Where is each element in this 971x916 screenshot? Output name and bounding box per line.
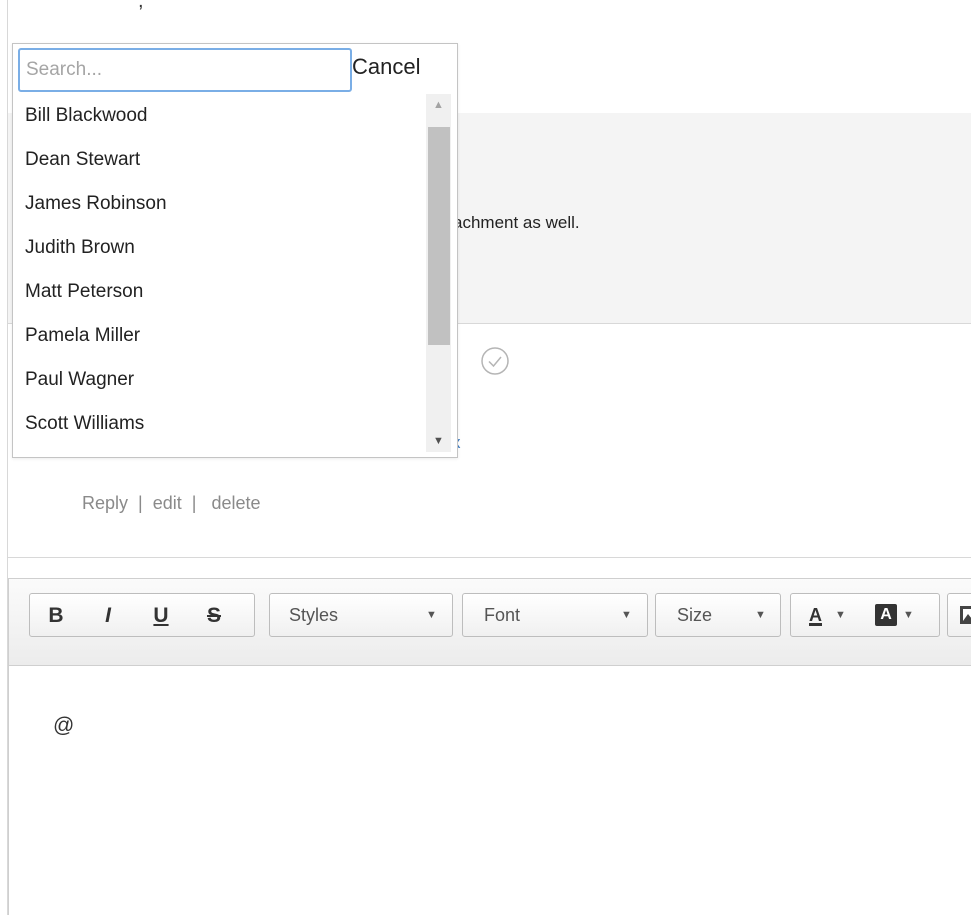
scrollbar-thumb[interactable] [428, 127, 450, 345]
edit-link[interactable]: edit [153, 493, 182, 513]
list-item-user[interactable]: Paul Wagner [13, 358, 425, 402]
text-color-button[interactable]: A [809, 594, 822, 636]
chevron-down-icon: ▼ [755, 609, 766, 621]
check-circle-icon[interactable] [480, 346, 510, 376]
italic-button[interactable]: I [94, 602, 122, 630]
list-item-user[interactable]: Matt Peterson [13, 270, 425, 314]
chevron-down-icon: ▼ [426, 609, 437, 621]
delete-link[interactable]: delete [211, 493, 260, 513]
list-item-user[interactable]: Dean Stewart [13, 138, 425, 182]
list-item-user[interactable]: Scott Williams [13, 402, 425, 446]
size-dropdown[interactable]: Size ▼ [655, 593, 781, 637]
image-button[interactable] [947, 593, 971, 637]
scroll-down-arrow-icon[interactable]: ▼ [426, 430, 451, 452]
list-item-user[interactable]: Pamela Miller [13, 314, 425, 358]
styles-dropdown-label: Styles [289, 605, 339, 625]
action-separator: | [128, 493, 153, 513]
top-text-fragment: , [138, 0, 144, 12]
user-list-scrollbar[interactable]: ▲ ▼ [426, 94, 451, 452]
chevron-down-icon: ▼ [903, 609, 914, 621]
editor-content-area[interactable]: @ [9, 666, 971, 916]
section-divider [8, 557, 971, 558]
list-item-user[interactable]: Bill Blackwood [13, 94, 425, 138]
color-button-group: A ▼ A ▼ [790, 593, 940, 637]
chevron-down-icon: ▼ [621, 609, 632, 621]
user-list: Bill Blackwood Dean Stewart James Robins… [13, 94, 425, 458]
comment-text: achment as well. [453, 213, 580, 232]
underline-button[interactable]: U [147, 602, 175, 630]
action-separator: | [181, 493, 212, 513]
rich-text-editor: B I U S Styles ▼ Font ▼ Size ▼ A ▼ A ▼ @ [8, 578, 971, 916]
styles-dropdown[interactable]: Styles ▼ [269, 593, 453, 637]
scroll-up-arrow-icon[interactable]: ▲ [426, 94, 451, 116]
bold-button[interactable]: B [42, 602, 70, 630]
list-item-user[interactable]: Judith Brown [13, 226, 425, 270]
mention-user-picker: Cancel Bill Blackwood Dean Stewart James… [12, 43, 458, 458]
reply-link[interactable]: Reply [82, 493, 128, 513]
user-search-input[interactable] [18, 48, 352, 92]
background-color-button[interactable]: A [875, 604, 897, 626]
editor-toolbar: B I U S Styles ▼ Font ▼ Size ▼ A ▼ A ▼ [9, 579, 971, 666]
chevron-down-icon: ▼ [835, 609, 846, 621]
strikethrough-button[interactable]: S [200, 602, 228, 630]
cancel-button[interactable]: Cancel [352, 54, 420, 80]
size-dropdown-label: Size [677, 605, 713, 625]
comment-actions: Reply | edit | delete [82, 493, 260, 514]
list-item-user[interactable]: James Robinson [13, 182, 425, 226]
font-dropdown-label: Font [484, 605, 521, 625]
image-icon [960, 606, 971, 624]
font-dropdown[interactable]: Font ▼ [462, 593, 648, 637]
editor-content-text: @ [53, 714, 75, 737]
format-button-group: B I U S [29, 593, 255, 637]
